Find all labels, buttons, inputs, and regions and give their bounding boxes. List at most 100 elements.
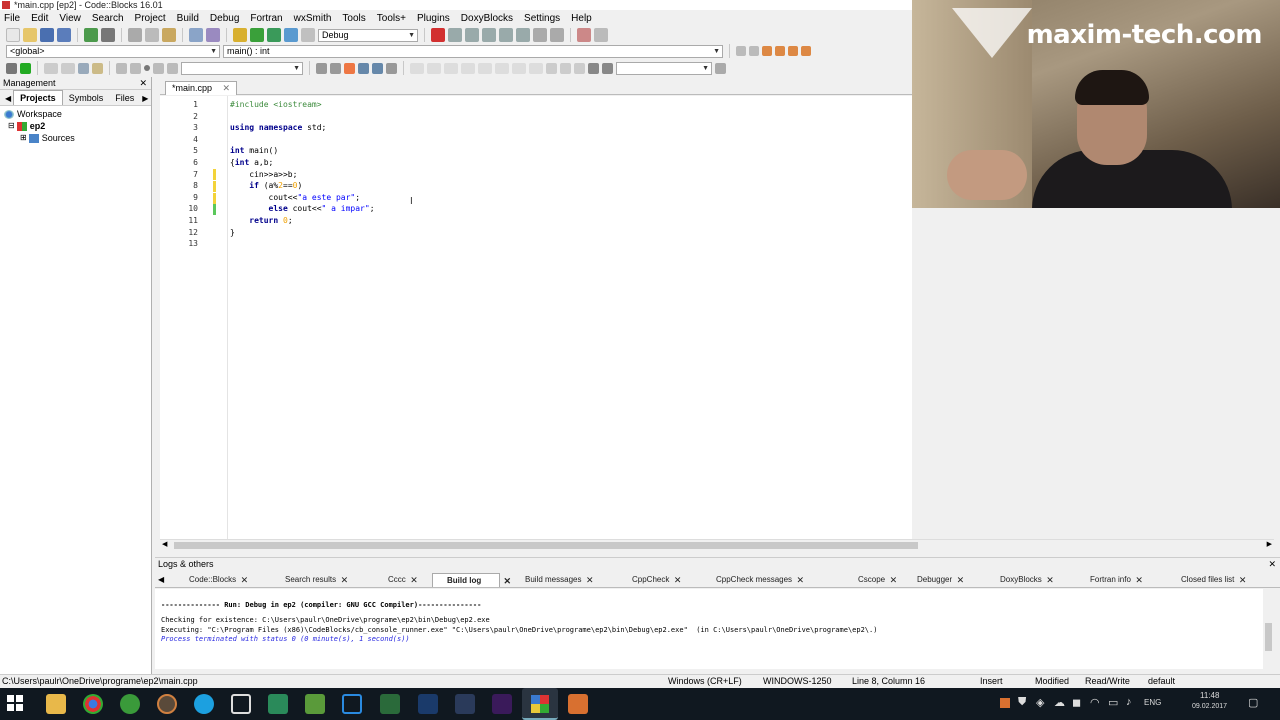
shield-icon[interactable]: ⛊	[1018, 696, 1026, 709]
code-line[interactable]: return 0;	[230, 216, 292, 225]
chrome-icon[interactable]	[83, 694, 103, 714]
menu-tools[interactable]: Tools	[342, 13, 365, 24]
layout-8-icon[interactable]	[529, 62, 543, 74]
app-teal-icon[interactable]	[268, 694, 288, 714]
vertical-scrollbar[interactable]	[1263, 589, 1274, 669]
tab-cppcheck-messages[interactable]: CppCheck messages ✕	[702, 573, 804, 587]
nav-back-icon[interactable]	[130, 62, 141, 74]
layout-6-icon[interactable]	[495, 62, 509, 74]
code-line[interactable]: int main()	[230, 146, 278, 155]
notifications-icon[interactable]: ▢	[1248, 696, 1258, 709]
window-app-icon[interactable]	[342, 694, 362, 714]
build-and-run-icon[interactable]	[267, 28, 281, 42]
codeblocks-task-icon[interactable]	[522, 688, 558, 720]
wifi-icon[interactable]: ◠	[1090, 696, 1100, 709]
menu-edit[interactable]: Edit	[31, 13, 48, 24]
save-all-icon[interactable]	[57, 28, 71, 42]
layout-5-icon[interactable]	[478, 62, 492, 74]
file-explorer-icon[interactable]	[46, 694, 66, 714]
save-icon[interactable]	[40, 28, 54, 42]
replace-icon[interactable]	[206, 28, 220, 42]
jump-back-icon[interactable]	[736, 46, 746, 56]
menu-build[interactable]: Build	[177, 13, 199, 24]
clear-bookmarks-icon[interactable]	[801, 46, 811, 56]
function-select[interactable]: main() : int ▼	[223, 44, 723, 58]
step-into-icon[interactable]	[482, 28, 496, 42]
scroll-thumb[interactable]	[1265, 623, 1272, 651]
close-icon[interactable]: ✕	[139, 77, 147, 90]
close-icon[interactable]: ✕	[1268, 558, 1276, 571]
search-symbol-icon[interactable]	[715, 62, 726, 74]
code-line[interactable]: {int a,b;	[230, 158, 273, 167]
tab-cccc[interactable]: Cccc ✕	[374, 573, 418, 587]
tab-projects[interactable]: Projects	[13, 90, 63, 105]
cube-app-icon[interactable]	[231, 694, 251, 714]
jump-forward-icon[interactable]	[749, 46, 759, 56]
notepad-plus-icon[interactable]	[305, 694, 325, 714]
reload-icon[interactable]	[602, 62, 613, 74]
nav-end-icon[interactable]	[167, 62, 178, 74]
photoshop-icon[interactable]	[418, 694, 438, 714]
menu-plugins[interactable]: Plugins	[417, 13, 450, 24]
menu-project[interactable]: Project	[135, 13, 166, 24]
clock-time[interactable]: 11:48	[1200, 691, 1219, 700]
menu-tools-plus[interactable]: Tools+	[377, 13, 406, 24]
clock-date[interactable]: 09.02.2017	[1192, 703, 1227, 710]
code-line[interactable]: if (a%2==0)	[230, 181, 302, 190]
language-indicator[interactable]: ENG	[1144, 698, 1161, 707]
doxy-config-icon[interactable]	[78, 62, 89, 74]
highlight-icon[interactable]	[344, 62, 355, 74]
tab-symbols[interactable]: Symbols	[63, 91, 110, 105]
font-icon[interactable]	[372, 62, 383, 74]
menu-view[interactable]: View	[59, 13, 81, 24]
redo-icon[interactable]	[101, 28, 115, 42]
tab-closed-files[interactable]: Closed files list ✕	[1167, 573, 1246, 587]
premiere-icon[interactable]	[492, 694, 512, 714]
code-line[interactable]: cout<<"a este par";	[230, 193, 361, 202]
menu-settings[interactable]: Settings	[524, 13, 560, 24]
rebuild-icon[interactable]	[284, 28, 298, 42]
tray-app-icon[interactable]	[1000, 698, 1010, 708]
next-instruction-icon[interactable]	[516, 28, 530, 42]
code-line[interactable]: else cout<<" a impar";	[230, 204, 375, 213]
code-line[interactable]: }	[230, 228, 235, 237]
nav-forward-icon[interactable]	[153, 62, 164, 74]
refresh-icon[interactable]	[574, 62, 585, 74]
arrow-left-icon[interactable]	[316, 62, 327, 74]
toggle-bookmark-icon[interactable]	[762, 46, 772, 56]
tab-debugger[interactable]: Debugger ✕	[903, 573, 964, 587]
tray-icon[interactable]: ◼	[1072, 696, 1081, 709]
tree-sources[interactable]: ⊞ Sources	[4, 132, 151, 144]
menu-doxyblocks[interactable]: DoxyBlocks	[461, 13, 513, 24]
various-info-icon[interactable]	[594, 28, 608, 42]
layout-2-icon[interactable]	[427, 62, 441, 74]
arrow-right-icon[interactable]	[330, 62, 341, 74]
tab-fortran-info[interactable]: Fortran info ✕	[1076, 573, 1143, 587]
new-file-icon[interactable]	[6, 28, 20, 42]
code-line[interactable]: #include <iostream>	[230, 100, 322, 109]
build-log-output[interactable]: -------------- Run: Debug in ep2 (compil…	[155, 589, 1263, 669]
edit-doxy-icon[interactable]	[6, 62, 17, 74]
open-folder-icon[interactable]	[23, 28, 37, 42]
copy-icon[interactable]	[145, 28, 159, 42]
tab-build-log[interactable]: Build log ✕	[432, 573, 511, 587]
tab-cppcheck[interactable]: CppCheck ✕	[618, 573, 681, 587]
debug-windows-icon[interactable]	[577, 28, 591, 42]
tab-doxyblocks[interactable]: DoxyBlocks ✕	[986, 573, 1054, 587]
tree-project[interactable]: ⊟ ep2	[4, 120, 151, 132]
layout-1-icon[interactable]	[410, 62, 424, 74]
menu-file[interactable]: File	[4, 13, 20, 24]
undo-icon[interactable]	[84, 28, 98, 42]
select-icon[interactable]	[358, 62, 369, 74]
scope-select[interactable]: <global> ▼	[6, 44, 220, 58]
build-gear-icon[interactable]	[233, 28, 247, 42]
cloud-icon[interactable]: ☁	[1054, 696, 1065, 709]
symbol-combo[interactable]: ▼	[616, 61, 712, 75]
comment-line-icon[interactable]	[61, 62, 75, 74]
run-to-cursor-icon[interactable]	[448, 28, 462, 42]
menu-wxsmith[interactable]: wxSmith	[294, 13, 332, 24]
run-icon[interactable]	[250, 28, 264, 42]
tab-files[interactable]: Files	[109, 91, 140, 105]
tab-build-messages[interactable]: Build messages ✕	[511, 573, 593, 587]
tab-main-cpp[interactable]: *main.cpp ✕	[165, 81, 238, 95]
